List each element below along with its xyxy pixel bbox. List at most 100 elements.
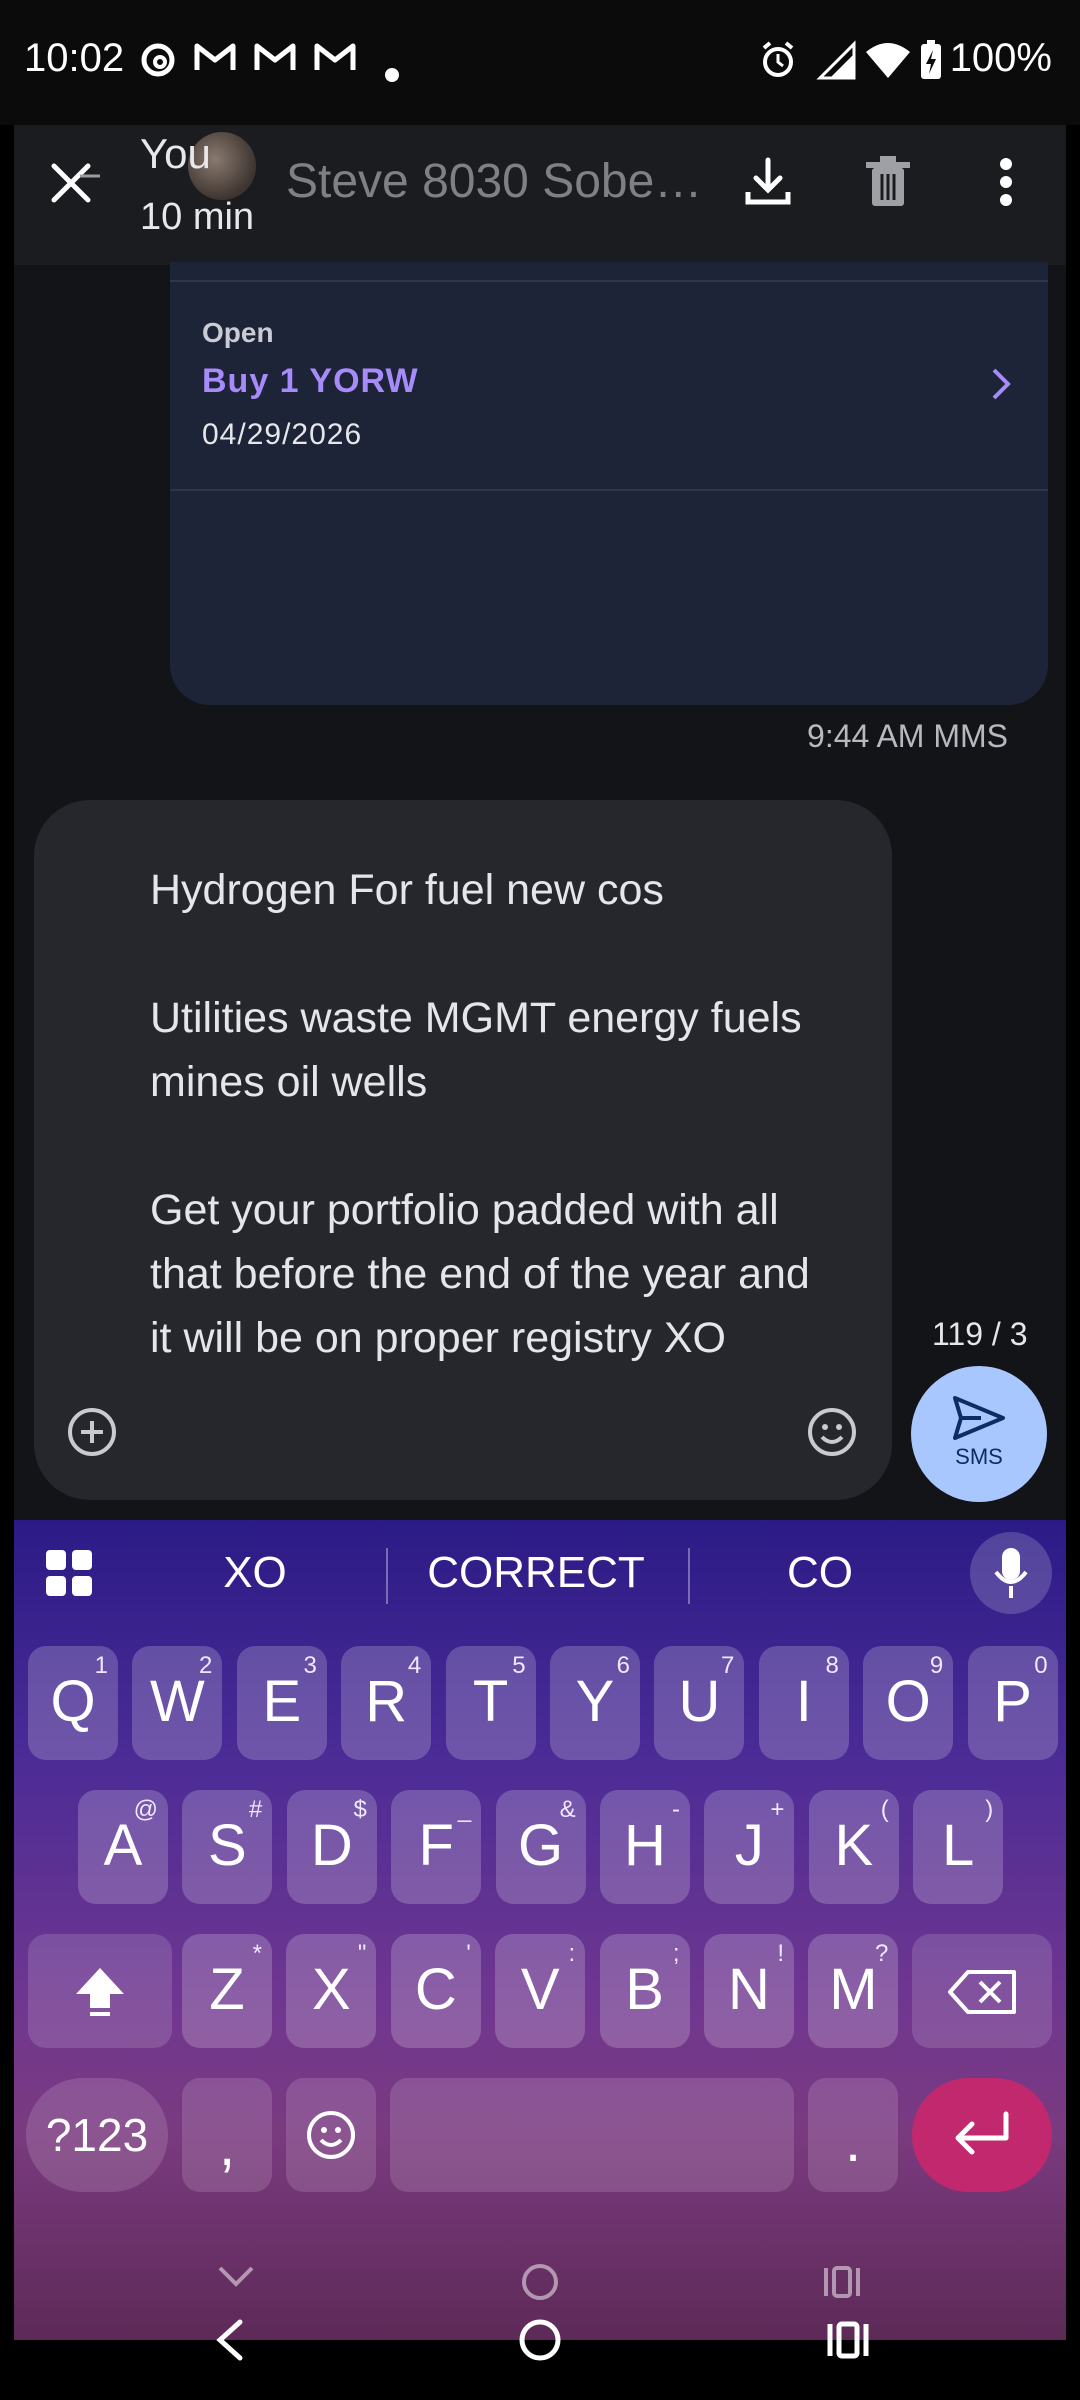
key-l[interactable]: L) [913, 1790, 1004, 1904]
home-icon[interactable] [518, 2318, 562, 2367]
close-button[interactable] [40, 152, 102, 214]
key-m[interactable]: M? [808, 1934, 899, 2048]
enter-key[interactable] [912, 2078, 1052, 2192]
key-q[interactable]: Q1 [28, 1646, 118, 1760]
status-time: 10:02 [24, 36, 125, 80]
wifi-icon [864, 40, 912, 89]
key-i[interactable]: I8 [758, 1646, 849, 1760]
message-input[interactable]: Hydrogen For fuel new cos Utilities wast… [150, 858, 830, 1370]
key-hint: * [252, 1940, 262, 1967]
key-t[interactable]: T5 [445, 1646, 536, 1760]
battery-percent: 100% [949, 36, 1052, 80]
key-y[interactable]: Y6 [550, 1646, 640, 1760]
key-p[interactable]: P0 [967, 1646, 1058, 1760]
key-hint: ( [880, 1796, 889, 1823]
emoji-button[interactable] [806, 1406, 858, 1458]
key-hint: $ [353, 1796, 367, 1823]
key-g[interactable]: G & [495, 1790, 586, 1904]
period-key[interactable]: . [808, 2078, 898, 2192]
key-hint: _ [457, 1796, 472, 1823]
gmail-icon [314, 40, 356, 83]
key-j[interactable]: J + [704, 1790, 795, 1904]
emoji-key[interactable] [286, 2078, 376, 2192]
key-u[interactable]: U7 [654, 1646, 745, 1760]
signal-icon [814, 40, 858, 89]
key-a[interactable]: A @ [78, 1790, 168, 1904]
alarm-icon [758, 40, 798, 89]
gmail-icon [194, 40, 236, 83]
divider [386, 1548, 388, 1604]
key-hint: - [672, 1796, 680, 1823]
key-z[interactable]: Z * [182, 1934, 272, 2048]
delete-icon[interactable] [858, 152, 918, 212]
home-circle-icon [520, 2262, 560, 2307]
key-c[interactable]: C ' [390, 1934, 481, 2048]
sender-label: You [140, 130, 211, 177]
key-w[interactable]: W2 [132, 1646, 223, 1760]
card-status: Open [202, 317, 274, 348]
key-e[interactable]: E3 [236, 1646, 327, 1760]
key-hint: 3 [303, 1652, 317, 1679]
recents-icon [820, 2262, 864, 2307]
order-card[interactable]: Open Buy 1 YORW 04/29/2026 [170, 262, 1048, 705]
key-h[interactable]: H- [600, 1790, 690, 1904]
key-hint: ? [875, 1940, 889, 1967]
hide-keyboard-icon[interactable] [214, 2262, 258, 2295]
key-d[interactable]: D $ [286, 1790, 377, 1904]
key-hint: @ [133, 1796, 158, 1823]
time-ago: 10 min [140, 196, 255, 238]
key-hint: ! [777, 1940, 784, 1967]
apps-grid-icon[interactable] [44, 1548, 94, 1603]
suggestion[interactable]: CO [720, 1548, 920, 1598]
backspace-key[interactable] [912, 1934, 1052, 2048]
shift-key[interactable] [28, 1934, 172, 2048]
key-hint: " [357, 1940, 367, 1967]
space-key[interactable] [390, 2078, 794, 2192]
key-hint: ; [672, 1940, 680, 1967]
more-options-icon[interactable] [976, 152, 1036, 212]
chevron-right-icon[interactable] [990, 364, 1014, 414]
send-sms-button[interactable]: SMS [911, 1366, 1047, 1502]
divider [170, 489, 1048, 491]
contact-name: Steve 8030 Sobe… [286, 155, 703, 208]
card-title[interactable]: Buy 1 YORW [202, 362, 419, 401]
suggestion[interactable]: CORRECT [400, 1548, 672, 1598]
key-b[interactable]: B; [599, 1934, 690, 2048]
key-s[interactable]: S # [182, 1790, 273, 1904]
key-v[interactable]: V: [495, 1934, 586, 2048]
comma-key[interactable]: , [182, 2078, 272, 2192]
key-k[interactable]: K( [808, 1790, 899, 1904]
back-icon[interactable] [210, 2318, 250, 2367]
key-hint: : [568, 1940, 576, 1967]
message-timestamp: 9:44 AM MMS [807, 718, 1008, 754]
key-hint: 8 [825, 1652, 839, 1679]
key-hint: 2 [199, 1652, 213, 1679]
suggestion[interactable]: XO [150, 1548, 360, 1598]
key-hint: 6 [616, 1652, 630, 1679]
key-hint: 4 [407, 1652, 422, 1679]
key-hint: + [770, 1796, 785, 1823]
symbols-key[interactable]: ?123 [26, 2078, 168, 2192]
key-o[interactable]: O9 [863, 1646, 954, 1760]
key-hint: ' [466, 1940, 471, 1967]
key-hint: & [559, 1796, 576, 1823]
key-x[interactable]: X " [286, 1934, 377, 2048]
divider [688, 1548, 690, 1604]
dot-icon [384, 50, 400, 92]
key-f[interactable]: F _ [391, 1790, 482, 1904]
battery-charging-icon [920, 40, 942, 89]
key-n[interactable]: N! [704, 1934, 794, 2048]
threads-icon [138, 40, 178, 89]
keyboard [14, 1520, 1066, 2340]
key-hint: 5 [512, 1652, 526, 1679]
recents-button[interactable] [824, 2318, 872, 2367]
key-r[interactable]: R4 [341, 1646, 432, 1760]
add-attachment-button[interactable] [66, 1406, 118, 1458]
key-hint: # [249, 1796, 263, 1823]
microphone-button[interactable] [970, 1532, 1052, 1614]
download-icon[interactable] [738, 152, 798, 212]
character-count: 119 / 3 [932, 1316, 1028, 1352]
key-hint: ) [985, 1796, 994, 1823]
key-hint: 9 [929, 1652, 944, 1679]
key-hint: 0 [1034, 1652, 1048, 1679]
